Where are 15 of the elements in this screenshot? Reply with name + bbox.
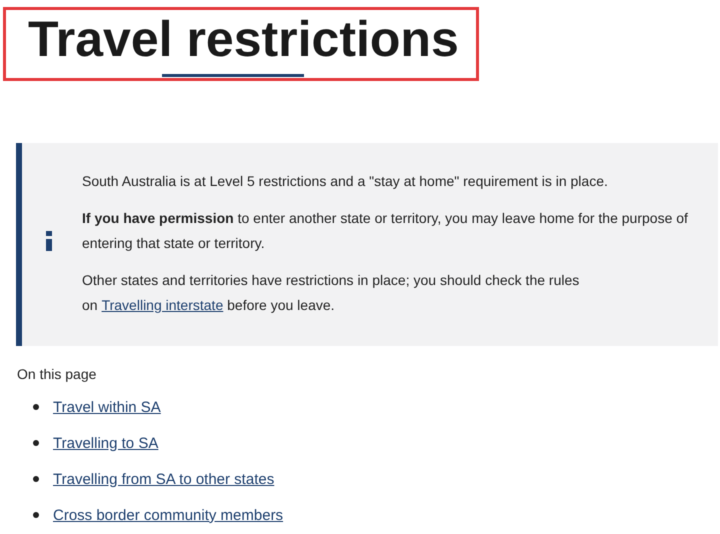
- toc-link[interactable]: Travelling to SA: [53, 434, 158, 452]
- toc-link[interactable]: Travel within SA: [53, 398, 161, 416]
- bullet-icon: [33, 440, 39, 446]
- bullet-icon: [33, 512, 39, 518]
- toc-link[interactable]: Cross border community members: [53, 506, 284, 524]
- notice-text: If you have permission to enter another state or territory, you may leave home for the purpose of entering that state or territory.: [82, 209, 689, 253]
- notice-text: South Australia is at Level 5 restrictions and a "stay at home" requirement is in place.: [82, 172, 609, 191]
- bullet-icon: [33, 476, 39, 482]
- info-icon: [46, 230, 52, 250]
- toc-heading: On this page: [17, 366, 96, 382]
- interstate-link[interactable]: Travelling interstate: [102, 297, 224, 313]
- page-title: Travel restrictions: [28, 14, 459, 64]
- notice-text: Other states and territories have restrictions in place; you should check the rules on Travelling interstate before you leave.: [82, 271, 580, 315]
- toc-link[interactable]: Travelling from SA to other states: [53, 470, 274, 488]
- bullet-icon: [33, 404, 39, 410]
